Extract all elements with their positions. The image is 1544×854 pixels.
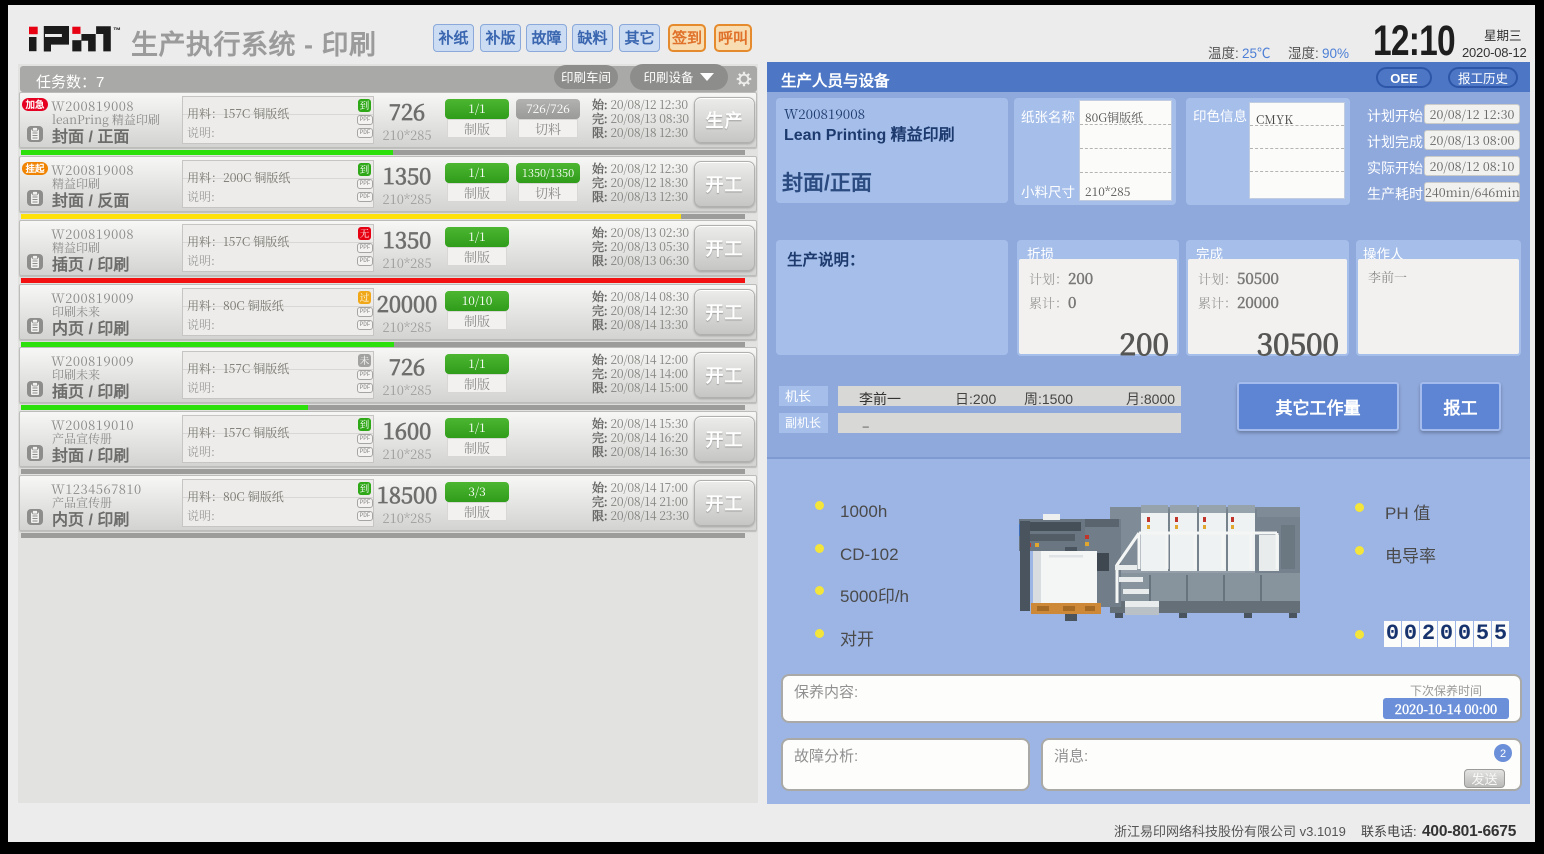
svg-text:™: ™: [113, 26, 121, 35]
